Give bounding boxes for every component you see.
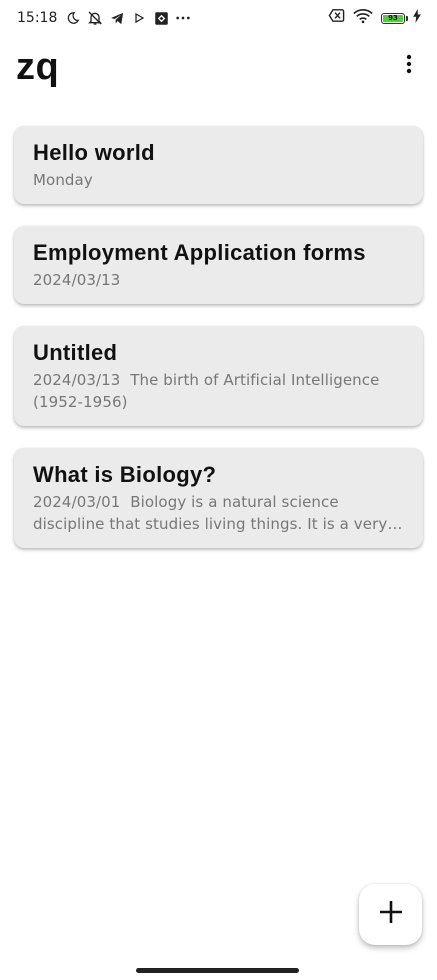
status-time: 15:18 [17,10,58,26]
moon-icon [65,10,81,26]
note-card-hello-world[interactable]: Hello world Monday [14,126,423,204]
note-meta: 2024/03/13 [33,269,404,291]
status-left: 15:18 [17,8,191,28]
status-bar: 15:18 93 [0,0,437,36]
more-vert-icon [406,54,412,79]
note-meta: 2024/03/13 The birth of Artificial Intel… [33,369,404,413]
plus-icon [379,900,403,929]
play-icon [131,10,147,26]
note-meta: 2024/03/01 Biology is a natural science … [33,491,404,535]
app-badge-icon [153,10,169,26]
battery-icon: 93 [381,12,408,24]
sim-off-icon [328,8,345,28]
note-title: Hello world [33,140,155,165]
note-card-what-is-biology[interactable]: What is Biology? 2024/03/01 Biology is a… [14,448,423,548]
note-date: 2024/03/13 [33,271,121,289]
note-list: Hello world Monday Employment Applicatio… [14,126,423,570]
app-bar: zq [0,40,437,96]
note-date: 2024/03/13 [33,371,121,389]
note-meta: Monday [33,169,404,191]
more-dots-icon [175,10,191,26]
telegram-icon [109,10,125,26]
battery-level: 93 [383,14,403,22]
app-title: zq [16,46,60,88]
note-card-untitled[interactable]: Untitled 2024/03/13 The birth of Artific… [14,326,423,426]
bell-off-icon [87,10,103,26]
add-note-button[interactable] [359,884,422,945]
status-right: 93 [328,8,421,28]
wifi-icon [353,8,373,29]
gesture-navigation-bar[interactable] [136,968,299,973]
note-date: 2024/03/01 [33,493,121,511]
note-card-employment-application[interactable]: Employment Application forms 2024/03/13 [14,226,423,304]
charging-icon [413,8,421,28]
note-title: What is Biology? [33,462,217,487]
more-options-button[interactable] [389,46,429,86]
note-date: Monday [33,171,93,189]
note-title: Untitled [33,340,118,365]
note-title: Employment Application forms [33,240,366,265]
